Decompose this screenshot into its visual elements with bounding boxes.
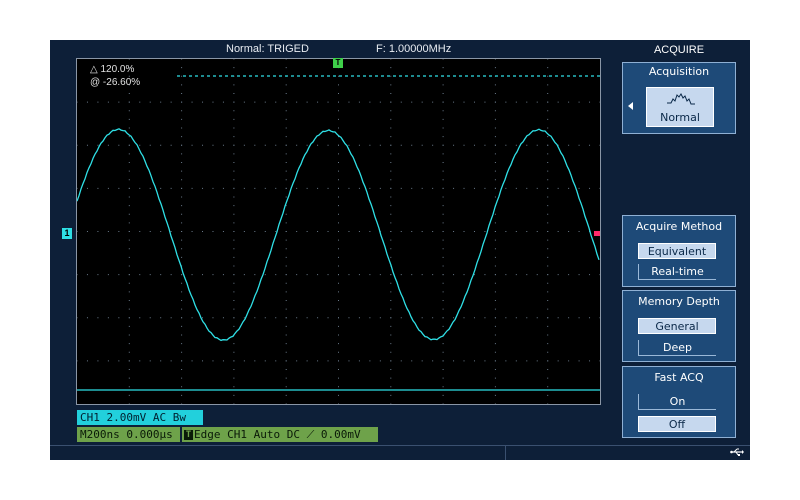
frequency-readout: F: 1.00000MHz (376, 43, 452, 55)
memory-depth-panel[interactable]: Memory Depth General Deep (622, 290, 736, 362)
acquire-method-equivalent[interactable]: Equivalent (638, 243, 716, 259)
cursor-delta: △ 120.0% (90, 64, 135, 75)
acquisition-value-box[interactable]: Normal (646, 87, 714, 127)
acquisition-panel[interactable]: Acquisition Normal (622, 62, 736, 134)
memory-depth-deep[interactable]: Deep (638, 340, 716, 356)
bottom-status-bar (50, 445, 750, 460)
left-arrow-icon (628, 102, 633, 110)
trigger-info-text: Edge CH1 Auto DC ⟋ 0.00mV (194, 428, 361, 441)
acquire-method-real-time[interactable]: Real-time (638, 264, 716, 280)
fast-acq-title: Fast ACQ (654, 371, 704, 384)
cursor-position: @ -26.60% (90, 77, 141, 88)
ch1-info-bar[interactable]: CH1 2.00mV AC Bw (77, 410, 203, 425)
trigger-position-marker[interactable]: T (333, 58, 343, 68)
acquire-method-panel[interactable]: Acquire Method Equivalent Real-time (622, 215, 736, 287)
waveform-grid (77, 59, 600, 404)
ch1-level-marker[interactable]: 1 (62, 228, 72, 239)
acquire-method-title: Acquire Method (635, 220, 723, 233)
trigger-status: Normal: TRIGED (226, 43, 309, 55)
menu-title: ACQUIRE (653, 44, 705, 56)
acquisition-title: Acquisition (648, 65, 710, 78)
normal-waveform-icon (667, 93, 695, 105)
waveform-display[interactable] (76, 58, 601, 405)
trigger-icon: T (184, 430, 193, 440)
memory-depth-general[interactable]: General (638, 318, 716, 334)
trigger-level-marker[interactable] (594, 231, 600, 236)
timebase-info-bar[interactable]: M200ns 0.000µs (77, 427, 180, 442)
trigger-info-bar[interactable]: T Edge CH1 Auto DC ⟋ 0.00mV (182, 427, 378, 442)
fast-acq-on[interactable]: On (638, 394, 716, 410)
usb-icon (730, 448, 744, 456)
bottom-divider (505, 445, 506, 460)
fast-acq-panel[interactable]: Fast ACQ On Off (622, 366, 736, 438)
acquisition-value: Normal (660, 111, 700, 124)
memory-depth-title: Memory Depth (638, 295, 720, 308)
fast-acq-off[interactable]: Off (638, 416, 716, 432)
